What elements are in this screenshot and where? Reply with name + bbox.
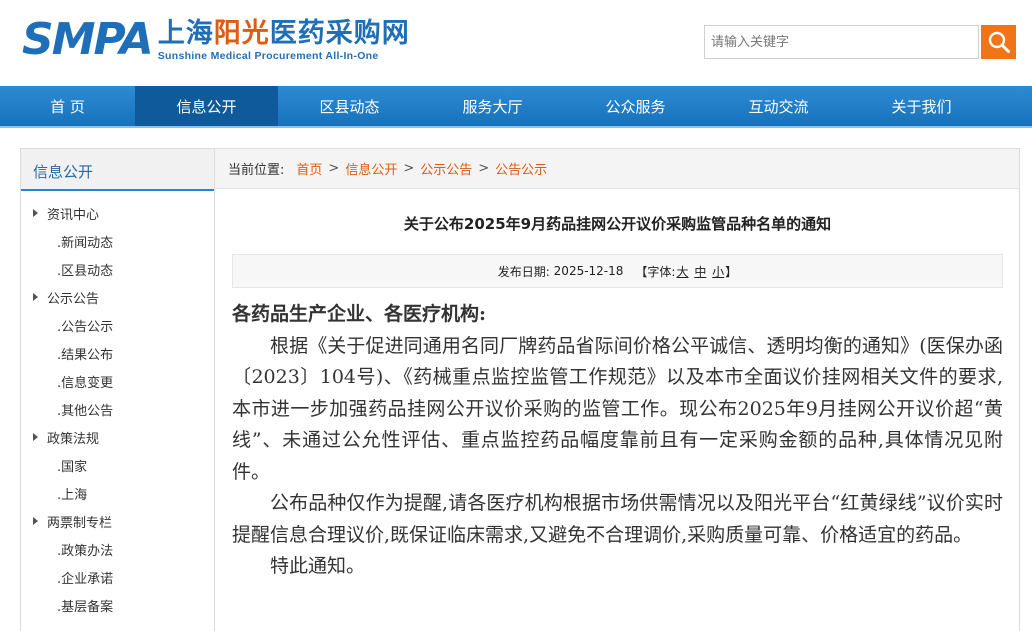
site-header: SMPA 上海阳光医药采购网 Sunshine Medical Procurem… — [0, 0, 1032, 86]
breadcrumb-announcements[interactable]: 公告公示 — [495, 159, 547, 178]
breadcrumb-home[interactable]: 首页 — [296, 159, 322, 178]
sidebar-item-changes[interactable]: .信息变更 — [21, 367, 214, 395]
sidebar-item-other[interactable]: .其他公告 — [21, 395, 214, 423]
breadcrumb-separator: > — [478, 161, 490, 176]
triangle-right-icon — [33, 517, 38, 525]
sidebar-item-label: 政策法规 — [47, 431, 100, 447]
sidebar-item-label: 两票制专栏 — [47, 515, 113, 531]
sidebar-item-results[interactable]: .结果公布 — [21, 339, 214, 367]
nav-info-public[interactable]: 信息公开 — [135, 86, 278, 126]
nav-service-hall[interactable]: 服务大厅 — [421, 86, 564, 126]
nav-interaction[interactable]: 互动交流 — [707, 86, 850, 126]
font-size-large-link[interactable]: 大 — [676, 263, 688, 280]
triangle-right-icon — [33, 293, 38, 301]
sidebar-item-notices[interactable]: 公示公告 — [21, 283, 214, 311]
date-label: 发布日期: — [497, 264, 550, 279]
font-size-label-close: 】 — [725, 264, 738, 279]
sidebar-item-grassroots-filing[interactable]: .基层备案 — [21, 591, 214, 619]
triangle-right-icon — [33, 209, 38, 217]
sidebar-item-policies[interactable]: 政策法规 — [21, 423, 214, 451]
publish-date: 2025-12-18 — [553, 264, 624, 278]
sidebar-header: 信息公开 — [21, 149, 214, 191]
logo-cn-part2: 阳光 — [213, 18, 270, 49]
nav-district-news[interactable]: 区县动态 — [278, 86, 421, 126]
breadcrumb-label: 当前位置: — [228, 163, 285, 178]
breadcrumb-separator: > — [328, 161, 340, 176]
sidebar-item-national[interactable]: .国家 — [21, 451, 214, 479]
main-content: 当前位置: 首页 > 信息公开 > 公示公告 > 公告公示 关于公布2025年9… — [215, 148, 1020, 631]
article-paragraph: 公布品种仅作为提醒,请各医疗机构根据市场供需情况以及阳光平台“红黄绿线”议价实时… — [232, 492, 1003, 546]
sidebar-item-announcements[interactable]: .公告公示 — [21, 311, 214, 339]
breadcrumb-notices[interactable]: 公示公告 — [420, 159, 472, 178]
logo-cn-part1: 上海 — [157, 18, 214, 49]
logo-cn-part4: 采购网 — [325, 18, 410, 49]
sidebar-title: 信息公开 — [33, 163, 94, 181]
breadcrumb: 当前位置: 首页 > 信息公开 > 公示公告 > 公告公示 — [215, 149, 1019, 189]
logo-smpa-text: SMPA — [22, 14, 154, 65]
sidebar-list: 资讯中心 .新闻动态 .区县动态 公示公告 .公告公示 .结果公布 .信息变更 … — [21, 191, 214, 619]
sidebar-item-shanghai[interactable]: .上海 — [21, 479, 214, 507]
search-icon — [988, 31, 1010, 53]
article-paragraph: 根据《关于促进同通用名同厂牌药品省际间价格公平诚信、透明均衡的通知》(医保办函〔… — [232, 334, 1003, 483]
font-size-small-link[interactable]: 小 — [712, 263, 724, 280]
article-paragraph: 特此通知。 — [270, 555, 366, 577]
article-salutation: 各药品生产企业、各医疗机构: — [232, 303, 487, 325]
nav-home[interactable]: 首 页 — [0, 86, 135, 126]
sidebar-item-district[interactable]: .区县动态 — [21, 255, 214, 283]
nav-public-service[interactable]: 公众服务 — [564, 86, 707, 126]
triangle-right-icon — [33, 433, 38, 441]
logo-chinese-name: 上海阳光医药采购网 — [158, 18, 410, 50]
logo-cn-part3: 医药 — [269, 18, 326, 49]
sidebar-item-news-center[interactable]: 资讯中心 — [21, 199, 214, 227]
sidebar-item-two-invoice[interactable]: 两票制专栏 — [21, 507, 214, 535]
search-button[interactable] — [981, 25, 1016, 59]
sidebar-item-enterprise-pledge[interactable]: .企业承诺 — [21, 563, 214, 591]
sidebar-item-news[interactable]: .新闻动态 — [21, 227, 214, 255]
sidebar-item-label: 公示公告 — [47, 291, 100, 307]
sidebar-item-label: 资讯中心 — [47, 207, 100, 223]
site-logo[interactable]: SMPA 上海阳光医药采购网 Sunshine Medical Procurem… — [22, 18, 410, 66]
main-nav: 首 页 信息公开 区县动态 服务大厅 公众服务 互动交流 关于我们 — [0, 86, 1032, 128]
breadcrumb-info-public[interactable]: 信息公开 — [345, 159, 397, 178]
sidebar: 信息公开 资讯中心 .新闻动态 .区县动态 公示公告 .公告公示 .结果公布 .… — [20, 148, 215, 631]
article-body: 各药品生产企业、各医疗机构: 根据《关于促进同通用名同厂牌药品省际间价格公平诚信… — [232, 299, 1003, 583]
font-size-medium-link[interactable]: 中 — [694, 263, 706, 280]
logo-english-name: Sunshine Medical Procurement All-In-One — [157, 50, 379, 62]
breadcrumb-separator: > — [403, 161, 415, 176]
nav-about-us[interactable]: 关于我们 — [850, 86, 993, 126]
article-title: 关于公布2025年9月药品挂网公开议价采购监管品种名单的通知 — [403, 215, 832, 233]
search-input[interactable] — [704, 25, 979, 59]
article-meta: 发布日期: 2025-12-18 【字体: 大 中 小】 — [232, 254, 1003, 288]
sidebar-item-policy-measures[interactable]: .政策办法 — [21, 535, 214, 563]
logo-text-group: 上海阳光医药采购网 Sunshine Medical Procurement A… — [158, 18, 410, 62]
font-size-label: 【字体: — [635, 264, 676, 279]
